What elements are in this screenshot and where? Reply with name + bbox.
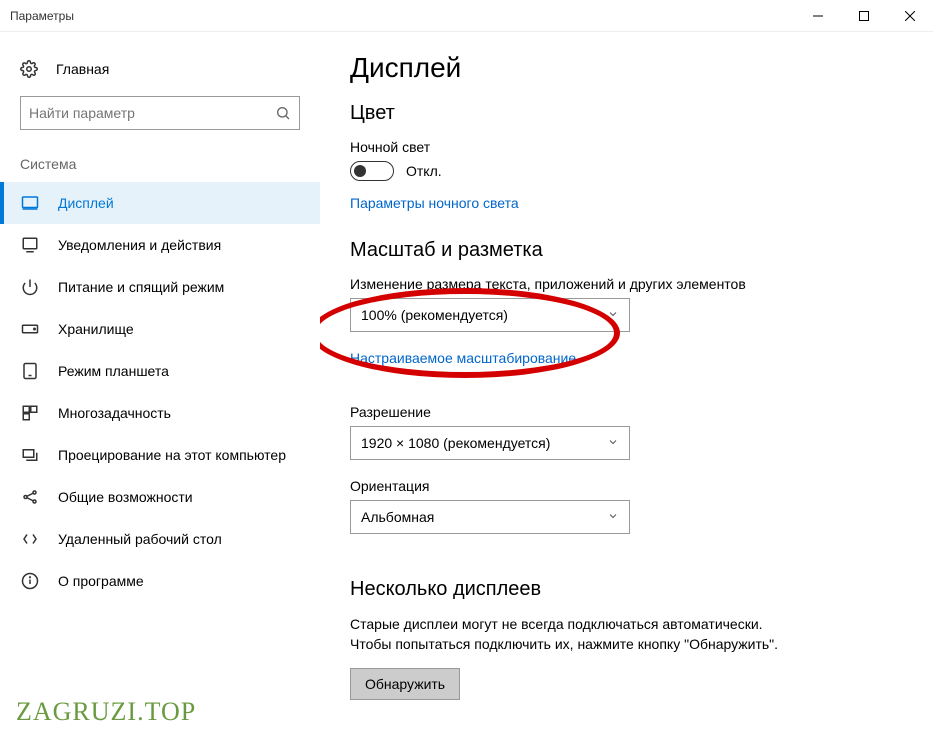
chevron-down-icon <box>607 307 619 323</box>
sidebar-item-about[interactable]: О программе <box>0 560 320 602</box>
sidebar-item-shared[interactable]: Общие возможности <box>0 476 320 518</box>
sidebar-item-label: Уведомления и действия <box>58 237 221 253</box>
power-icon <box>20 278 40 296</box>
content-pane: Дисплей Цвет Ночной свет Откл. Параметры… <box>320 32 933 733</box>
home-button[interactable]: Главная <box>0 52 320 86</box>
sidebar-item-label: Режим планшета <box>58 363 169 379</box>
sidebar-item-remote[interactable]: Удаленный рабочий стол <box>0 518 320 560</box>
sidebar-item-projecting[interactable]: Проецирование на этот компьютер <box>0 434 320 476</box>
chevron-down-icon <box>607 435 619 451</box>
remote-icon <box>20 530 40 548</box>
gear-icon <box>20 60 38 78</box>
sidebar-item-label: Хранилище <box>58 321 134 337</box>
resolution-dropdown-value: 1920 × 1080 (рекомендуется) <box>361 435 550 451</box>
tablet-icon <box>20 362 40 380</box>
maximize-button[interactable] <box>841 0 887 32</box>
sidebar-item-storage[interactable]: Хранилище <box>0 308 320 350</box>
search-icon <box>275 105 291 121</box>
minimize-button[interactable] <box>795 0 841 32</box>
sidebar-item-display[interactable]: Дисплей <box>0 182 320 224</box>
night-light-settings-link[interactable]: Параметры ночного света <box>350 195 519 211</box>
sidebar-item-power[interactable]: Питание и спящий режим <box>0 266 320 308</box>
watermark: ZAGRUZI.TOP <box>16 697 196 727</box>
detect-button[interactable]: Обнаружить <box>350 668 460 700</box>
page-title: Дисплей <box>350 52 903 84</box>
chevron-down-icon <box>607 509 619 525</box>
sidebar-item-label: Питание и спящий режим <box>58 279 224 295</box>
notification-icon <box>20 236 40 254</box>
multi-displays-heading: Несколько дисплеев <box>350 578 903 601</box>
sidebar: Главная Система Дисплей Уведомления и де… <box>0 32 320 733</box>
monitor-icon <box>20 194 40 212</box>
storage-icon <box>20 320 40 338</box>
titlebar: Параметры <box>0 0 933 32</box>
project-icon <box>20 446 40 464</box>
search-input[interactable] <box>29 105 275 121</box>
sidebar-item-tablet[interactable]: Режим планшета <box>0 350 320 392</box>
multitasking-icon <box>20 404 40 422</box>
close-button[interactable] <box>887 0 933 32</box>
shared-icon <box>20 488 40 506</box>
sidebar-item-label: Многозадачность <box>58 405 171 421</box>
color-heading: Цвет <box>350 102 903 125</box>
group-header-system: Система <box>0 150 320 182</box>
multi-displays-desc: Старые дисплеи могут не всегда подключат… <box>350 615 790 654</box>
sidebar-item-label: Проецирование на этот компьютер <box>58 447 286 463</box>
night-light-label: Ночной свет <box>350 139 903 155</box>
sidebar-item-label: Удаленный рабочий стол <box>58 531 222 547</box>
night-light-state: Откл. <box>406 163 442 179</box>
sidebar-item-notifications[interactable]: Уведомления и действия <box>0 224 320 266</box>
sidebar-item-label: Общие возможности <box>58 489 193 505</box>
scale-heading: Масштаб и разметка <box>350 239 903 262</box>
info-icon <box>20 572 40 590</box>
orientation-dropdown[interactable]: Альбомная <box>350 500 630 534</box>
search-input-container[interactable] <box>20 96 300 130</box>
resolution-label: Разрешение <box>350 404 903 420</box>
scale-dropdown-value: 100% (рекомендуется) <box>361 307 508 323</box>
custom-scaling-link[interactable]: Настраиваемое масштабирование <box>350 350 576 366</box>
window-title: Параметры <box>10 9 74 23</box>
scale-label: Изменение размера текста, приложений и д… <box>350 276 903 292</box>
resolution-dropdown[interactable]: 1920 × 1080 (рекомендуется) <box>350 426 630 460</box>
scale-dropdown[interactable]: 100% (рекомендуется) <box>350 298 630 332</box>
sidebar-item-label: Дисплей <box>58 195 114 211</box>
night-light-toggle[interactable] <box>350 161 394 181</box>
home-label: Главная <box>56 61 109 77</box>
orientation-dropdown-value: Альбомная <box>361 509 434 525</box>
sidebar-item-multitasking[interactable]: Многозадачность <box>0 392 320 434</box>
orientation-label: Ориентация <box>350 478 903 494</box>
sidebar-item-label: О программе <box>58 573 144 589</box>
